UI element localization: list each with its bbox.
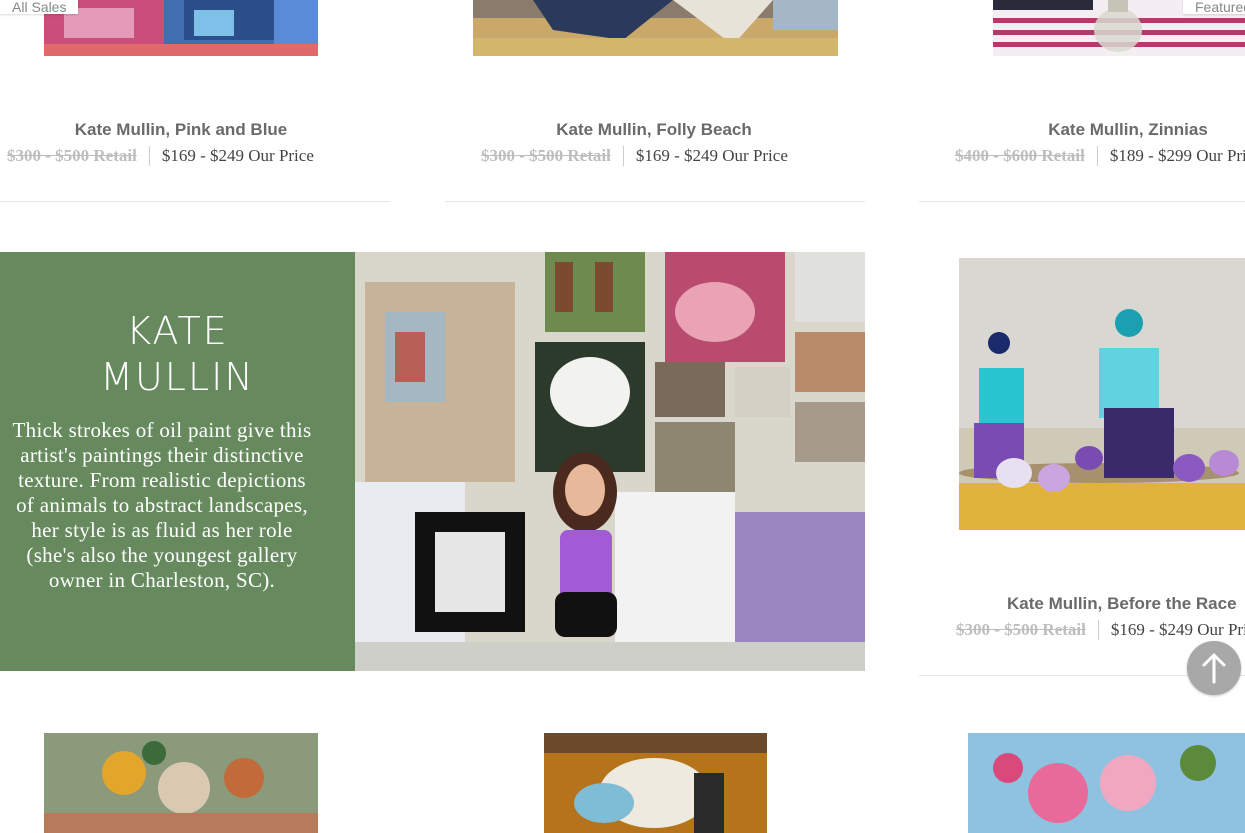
price-divider <box>622 146 624 166</box>
badge-all-sales[interactable]: All Sales <box>0 0 79 14</box>
arrow-up-icon <box>1202 653 1226 684</box>
artist-name-line: MULLIN <box>100 355 255 399</box>
product-image-bottom-2[interactable] <box>544 733 767 833</box>
retail-price: $300 - $500 Retail <box>481 146 611 165</box>
our-price: $169 - $249 Our Price <box>1110 620 1245 639</box>
product-title[interactable]: Kate Mullin, Zinnias <box>948 120 1245 140</box>
product-image-before-the-race[interactable] <box>959 258 1245 530</box>
product-title[interactable]: Kate Mullin, Folly Beach <box>474 120 834 140</box>
price-row: $300 - $500 Retail $169 - $249 Our Price <box>7 146 314 166</box>
product-image-folly-beach[interactable] <box>473 0 838 56</box>
product-image-bottom-3[interactable] <box>968 733 1245 833</box>
artist-feature-panel: KATE MULLIN Thick strokes of oil paint g… <box>0 252 355 671</box>
price-row: $300 - $500 Retail $169 - $249 Our Price <box>481 146 788 166</box>
product-image-pink-and-blue[interactable] <box>44 0 318 56</box>
product-image-bottom-1[interactable] <box>44 733 318 833</box>
card-divider <box>445 201 865 202</box>
artist-name-line: KATE <box>126 309 229 353</box>
retail-price: $300 - $500 Retail <box>956 620 1086 639</box>
product-title[interactable]: Kate Mullin, Before the Race <box>1007 594 1237 614</box>
product-title[interactable]: Kate Mullin, Pink and Blue <box>0 120 362 140</box>
our-price: $169 - $249 Our Price <box>635 146 788 165</box>
artist-photo <box>355 252 865 671</box>
retail-price: $300 - $500 Retail <box>7 146 137 165</box>
price-divider <box>148 146 150 166</box>
price-row: $400 - $600 Retail $189 - $299 Our Price <box>955 146 1245 166</box>
price-row: $300 - $500 Retail $169 - $249 Our Price <box>956 620 1245 640</box>
artist-name: KATE MULLIN <box>0 308 355 400</box>
badge-featured[interactable]: Featured <box>1183 0 1245 14</box>
our-price: $169 - $249 Our Price <box>161 146 314 165</box>
price-divider <box>1097 620 1099 640</box>
artist-bio: Thick strokes of oil paint give this art… <box>12 418 312 592</box>
our-price: $189 - $299 Our Price <box>1109 146 1245 165</box>
scroll-to-top-button[interactable] <box>1187 641 1241 695</box>
retail-price: $400 - $600 Retail <box>955 146 1085 165</box>
price-divider <box>1096 146 1098 166</box>
card-divider <box>919 201 1245 202</box>
card-divider <box>0 201 390 202</box>
